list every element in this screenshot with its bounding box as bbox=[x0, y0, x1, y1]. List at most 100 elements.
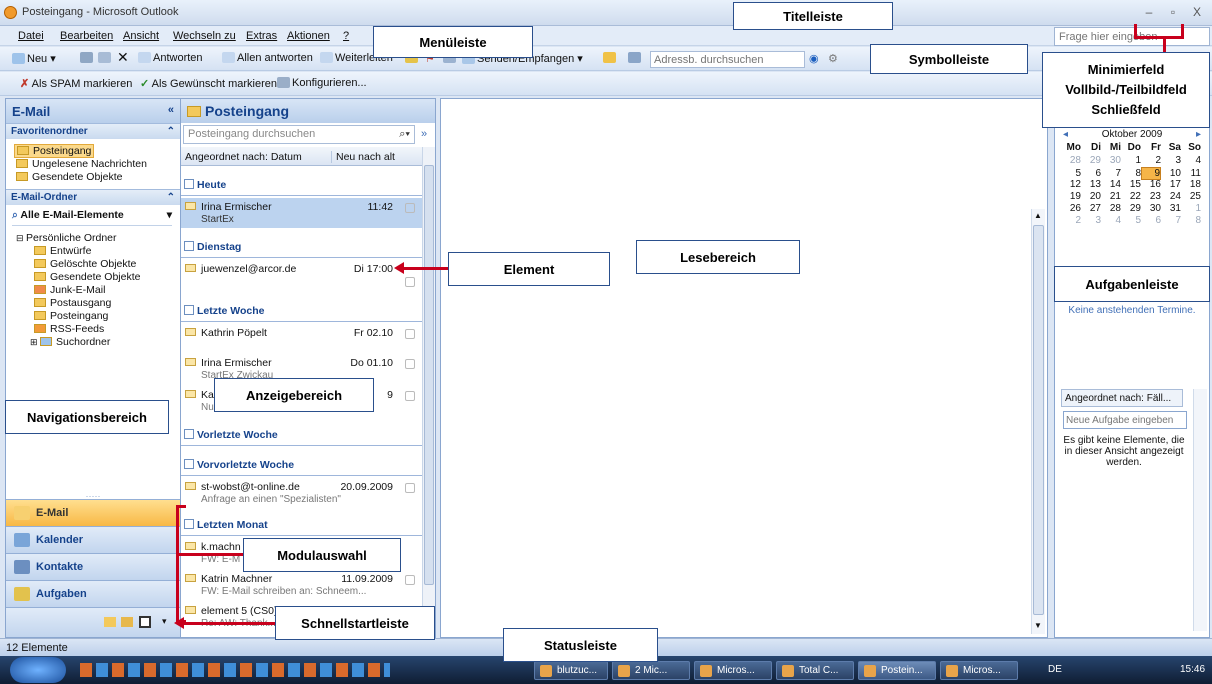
folder-search[interactable]: ⊞ Suchordner bbox=[30, 336, 110, 348]
flag-icon[interactable] bbox=[405, 359, 415, 369]
configure-buttons-icon[interactable]: ▾ bbox=[162, 616, 167, 627]
all-mail-items[interactable]: ⌕ Alle E-Mail-Elemente ▾ bbox=[12, 209, 172, 226]
fav-sent[interactable]: Gesendete Objekte bbox=[16, 171, 122, 183]
mail-folders-header[interactable]: E-Mail-Ordner ⌃ bbox=[6, 189, 180, 205]
message-row[interactable]: Katrin Machner 11.09.2009 FW: E-Mail schre… bbox=[181, 570, 423, 600]
print-icon[interactable] bbox=[80, 52, 95, 64]
menu-extras[interactable]: Extras bbox=[246, 30, 277, 42]
mark-spam-button[interactable]: ✗ Als SPAM markieren bbox=[20, 77, 132, 90]
expand-search-icon[interactable]: » bbox=[421, 128, 427, 140]
calendar-day[interactable]: 14 bbox=[1101, 179, 1121, 190]
sort-header[interactable]: Angeordnet nach: Datum Neu nach alt bbox=[181, 147, 435, 166]
options-icon[interactable]: ⚙ bbox=[828, 52, 838, 65]
quicklaunch-icons[interactable] bbox=[80, 663, 390, 677]
sort-by[interactable]: Angeordnet nach: Datum bbox=[185, 151, 302, 163]
folder-rss[interactable]: RSS-Feeds bbox=[34, 323, 104, 335]
reply-all-button[interactable]: Allen antworten bbox=[222, 52, 313, 64]
flag-icon[interactable] bbox=[405, 329, 415, 339]
search-icon[interactable]: ⌕▾ bbox=[399, 128, 410, 141]
flag-icon[interactable] bbox=[405, 483, 415, 493]
new-task-input[interactable] bbox=[1063, 411, 1187, 429]
calendar-day[interactable]: 3 bbox=[1081, 215, 1101, 226]
module-contacts[interactable]: Kontakte bbox=[6, 553, 180, 580]
calendar-day[interactable]: 4 bbox=[1101, 215, 1121, 226]
flag-icon[interactable] bbox=[405, 391, 415, 401]
calendar-day[interactable]: 12 bbox=[1061, 179, 1081, 190]
inbox-search-input[interactable]: Posteingang durchsuchen ⌕▾ bbox=[183, 125, 415, 144]
sort-order[interactable]: Neu nach alt bbox=[331, 151, 395, 163]
calendar-day[interactable]: 24 bbox=[1161, 191, 1181, 202]
task-scrollbar[interactable] bbox=[1193, 389, 1207, 631]
menu-help[interactable]: ? bbox=[343, 30, 349, 42]
taskbar-button[interactable]: Total C... bbox=[776, 661, 854, 680]
menu-ansicht[interactable]: Ansicht bbox=[123, 30, 159, 42]
message-row[interactable]: Kathrin Pöpelt Fr 02.10 bbox=[181, 324, 423, 354]
calendar-day[interactable]: 5 bbox=[1121, 215, 1141, 226]
calendar-day[interactable]: 23 bbox=[1141, 191, 1161, 202]
outlook-app-icon[interactable] bbox=[4, 6, 17, 19]
delete-icon[interactable]: ✕ bbox=[117, 49, 129, 66]
shortcuts-icon[interactable] bbox=[139, 616, 151, 628]
folder-inbox[interactable]: Posteingang bbox=[34, 310, 108, 322]
personal-folders[interactable]: ⊟ Persönliche Ordner bbox=[16, 232, 117, 244]
calendar-day[interactable]: 13 bbox=[1081, 179, 1101, 190]
close-button[interactable]: X bbox=[1188, 5, 1206, 19]
group-dienstag[interactable]: Dienstag bbox=[181, 236, 435, 258]
language-indicator[interactable]: DE bbox=[1048, 664, 1062, 675]
taskbar-button[interactable]: Micros... bbox=[940, 661, 1018, 680]
module-tasks[interactable]: Aufgaben bbox=[6, 580, 180, 607]
module-email[interactable]: E-Mail bbox=[6, 499, 180, 526]
reply-button[interactable]: Antworten bbox=[138, 52, 203, 64]
message-row[interactable]: st-wobst@t-online.de 20.09.2009 Anfrage an… bbox=[181, 478, 423, 508]
calendar-day[interactable]: 29 bbox=[1081, 155, 1101, 166]
calendar-day[interactable]: 31 bbox=[1161, 203, 1181, 214]
folder-outbox[interactable]: Postausgang bbox=[34, 297, 111, 309]
minimize-button[interactable]: – bbox=[1140, 5, 1158, 19]
taskbar-button[interactable]: blutzuc... bbox=[534, 661, 608, 680]
help-icon[interactable]: ◉ bbox=[809, 52, 819, 65]
flag-icon[interactable] bbox=[405, 203, 415, 213]
clock[interactable]: 15:46 bbox=[1180, 664, 1205, 675]
group-heute[interactable]: Heute bbox=[181, 174, 435, 196]
fav-posteingang[interactable]: Posteingang bbox=[14, 144, 95, 158]
message-row[interactable]: juewenzel@arcor.de Di 17:00 bbox=[181, 260, 423, 290]
flag-icon[interactable] bbox=[405, 575, 415, 585]
calendar-day[interactable]: 28 bbox=[1101, 203, 1121, 214]
list-scrollbar[interactable] bbox=[422, 147, 435, 637]
folder-list-icon[interactable] bbox=[121, 617, 133, 627]
folder-deleted[interactable]: Gelöschte Objekte bbox=[34, 258, 136, 270]
calendar-day[interactable]: 11 bbox=[1181, 168, 1201, 179]
calendar-day[interactable]: 17 bbox=[1161, 179, 1181, 190]
calendar-day[interactable]: 19 bbox=[1061, 191, 1081, 202]
mark-wanted-button[interactable]: ✓ Als Gewünscht markieren bbox=[140, 77, 277, 90]
calendar-day[interactable]: 15 bbox=[1121, 179, 1141, 190]
group-letzten-monat[interactable]: Letzten Monat bbox=[181, 514, 435, 536]
calendar-day[interactable]: 28 bbox=[1061, 155, 1081, 166]
calendar-day[interactable]: 29 bbox=[1121, 203, 1141, 214]
start-button[interactable] bbox=[10, 657, 66, 683]
folder-entwuerfe[interactable]: Entwürfe bbox=[34, 245, 91, 257]
calendar-day[interactable]: 1 bbox=[1181, 203, 1201, 214]
group-vorvorletzte-woche[interactable]: Vorvorletzte Woche bbox=[181, 454, 435, 476]
find-icon[interactable] bbox=[603, 52, 618, 64]
scroll-thumb[interactable] bbox=[424, 165, 434, 585]
calendar-day[interactable]: 1 bbox=[1121, 155, 1141, 166]
taskbar-button[interactable]: Micros... bbox=[694, 661, 772, 680]
calendar-day[interactable]: 27 bbox=[1081, 203, 1101, 214]
folder-sent[interactable]: Gesendete Objekte bbox=[34, 271, 140, 283]
new-button[interactable]: Neu ▾ bbox=[12, 52, 56, 65]
help-search-input[interactable] bbox=[1054, 27, 1210, 46]
prev-month-icon[interactable]: ◂ bbox=[1063, 129, 1068, 140]
calendar-day[interactable]: 2 bbox=[1141, 155, 1161, 166]
notes-icon[interactable] bbox=[104, 617, 116, 627]
calendar-day[interactable]: 6 bbox=[1081, 168, 1101, 179]
calendar-day[interactable]: 26 bbox=[1061, 203, 1081, 214]
calendar-day[interactable]: 6 bbox=[1141, 215, 1161, 226]
calendar-day[interactable]: 21 bbox=[1101, 191, 1121, 202]
address-book-icon[interactable] bbox=[628, 52, 643, 64]
taskbar-button[interactable]: 2 Mic... bbox=[612, 661, 690, 680]
calendar-day[interactable]: 25 bbox=[1181, 191, 1201, 202]
calendar-day[interactable]: 2 bbox=[1061, 215, 1081, 226]
calendar-day[interactable]: 8 bbox=[1181, 215, 1201, 226]
module-calendar[interactable]: Kalender bbox=[6, 526, 180, 553]
